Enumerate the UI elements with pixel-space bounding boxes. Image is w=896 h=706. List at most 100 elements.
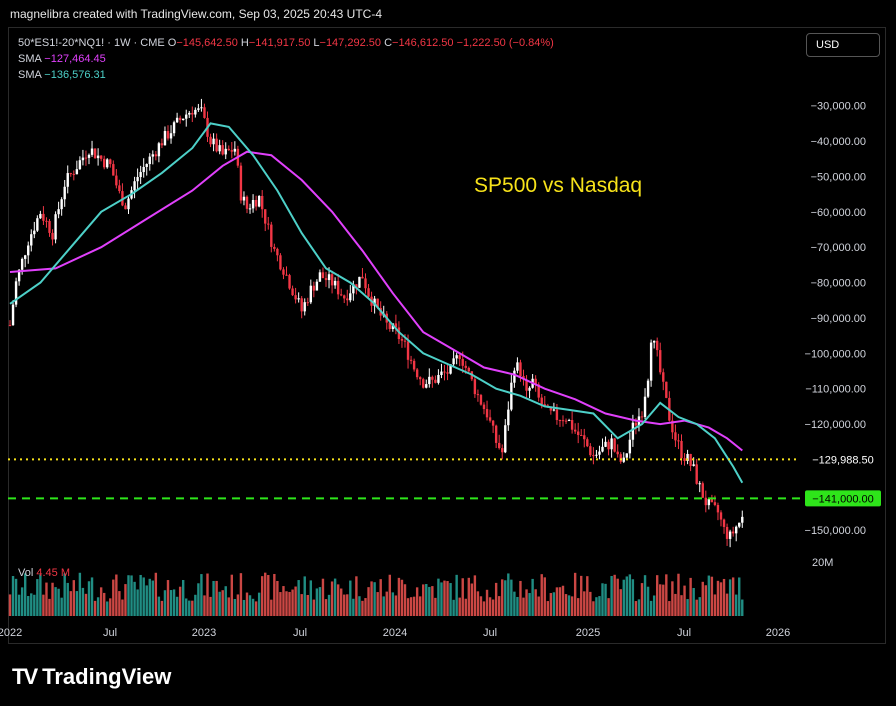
volume-bar <box>251 598 255 616</box>
sma-fast-legend[interactable]: SMA −136,576.31 <box>18 69 106 81</box>
currency-button[interactable]: USD <box>806 33 880 57</box>
volume-bar <box>200 574 203 616</box>
candle-body <box>127 198 130 210</box>
volume-bar <box>425 584 428 616</box>
volume-bar <box>580 575 583 616</box>
candle-body <box>707 498 711 506</box>
volume-bar <box>671 581 674 616</box>
candle-body <box>434 379 437 383</box>
candle-body <box>133 181 136 191</box>
candle-body <box>66 173 69 187</box>
candle-body <box>649 342 653 381</box>
price-tick-label: −110,000.00 <box>805 384 866 396</box>
volume-bar <box>549 593 553 616</box>
volume-bar <box>48 598 51 616</box>
volume-bar <box>409 597 413 616</box>
chart-annotation-text[interactable]: SP500 vs Nasdaq <box>474 174 642 198</box>
candle-body <box>160 143 164 146</box>
volume-bar <box>133 581 136 616</box>
candle-body <box>406 341 410 360</box>
candle-body <box>200 107 203 109</box>
candle-body <box>30 234 33 246</box>
candle-body <box>84 157 88 159</box>
volume-bar <box>674 593 677 616</box>
chart-svg[interactable]: −30,000.00 −40,000.00 −50,000.00 −60,000.00… <box>0 0 896 706</box>
candle-body <box>215 138 218 152</box>
candle-body <box>710 498 714 503</box>
candle-body <box>224 148 227 155</box>
candle-body <box>604 441 607 447</box>
volume-bar <box>601 583 604 616</box>
volume-bar <box>245 592 249 616</box>
volume-bar <box>707 575 711 616</box>
volume-bar <box>677 573 680 616</box>
candle-body <box>613 438 616 452</box>
volume-bar <box>154 572 158 616</box>
candle-body <box>300 298 303 312</box>
volume-bar <box>731 577 735 616</box>
volume-bar <box>72 580 76 616</box>
volume-bar <box>567 595 571 616</box>
volume-bar <box>476 591 480 616</box>
candle-body <box>285 274 288 276</box>
volume-bar <box>166 580 170 616</box>
candle-body <box>741 516 744 523</box>
volume-bar <box>376 592 379 616</box>
candle-body <box>242 196 246 201</box>
candle-body <box>23 255 27 259</box>
candle-body <box>616 451 619 455</box>
tradingview-brand[interactable]: TV TradingView <box>12 664 171 690</box>
candle-body <box>245 196 249 209</box>
volume-bar <box>339 588 343 616</box>
price-tick-label: −90,000.00 <box>811 313 866 325</box>
candle-body <box>118 185 121 192</box>
candle-body <box>336 280 340 295</box>
volume-bar <box>358 596 361 616</box>
candle-body <box>96 155 100 159</box>
volume-bar <box>470 583 474 616</box>
time-tick-label: 2025 <box>576 627 600 639</box>
candle-body <box>87 154 91 158</box>
volume-bar <box>516 596 519 616</box>
volume-bar <box>11 576 15 616</box>
volume-bar <box>75 591 79 616</box>
volume-bar <box>643 575 647 616</box>
volume-bar <box>595 597 598 616</box>
volume-bar <box>531 578 534 616</box>
volume-bar <box>583 591 586 616</box>
volume-bar <box>619 589 622 616</box>
candle-body <box>677 440 680 442</box>
time-tick-label: Jul <box>677 627 691 639</box>
candle-body <box>142 166 145 173</box>
volume-legend[interactable]: Vol 4.45 M <box>18 567 70 579</box>
volume-bar <box>716 580 720 616</box>
candle-body <box>403 340 407 342</box>
volume-bar <box>20 587 24 616</box>
candle-body <box>54 214 57 240</box>
candle-body <box>494 425 498 443</box>
volume-bar <box>434 597 437 616</box>
volume-bar <box>668 601 671 616</box>
candle-body <box>409 359 413 361</box>
volume-bar <box>361 600 364 616</box>
candle-body <box>227 148 230 151</box>
volume-bar <box>400 579 404 616</box>
volume-bar <box>391 592 395 616</box>
candle-body <box>291 288 294 296</box>
symbol-legend[interactable]: 50*ES1!-20*NQ1! · 1W · CME O−145,642.50 … <box>18 37 554 49</box>
candle-body <box>628 439 632 454</box>
candle-body <box>570 420 574 430</box>
candle-body <box>580 435 583 437</box>
volume-bar <box>45 582 48 616</box>
candle-body <box>309 285 313 303</box>
high-value: −141,917.50 <box>248 37 311 49</box>
candle-body <box>674 432 677 441</box>
candle-body <box>45 220 48 222</box>
price-tick-label: −30,000.00 <box>811 101 866 113</box>
volume-bar <box>443 580 446 616</box>
sma-slow-legend[interactable]: SMA −127,464.45 <box>18 53 106 65</box>
candle-body <box>209 136 212 145</box>
volume-bar <box>242 599 246 616</box>
time-tick-label: 2023 <box>192 627 216 639</box>
volume-bar <box>452 599 455 616</box>
